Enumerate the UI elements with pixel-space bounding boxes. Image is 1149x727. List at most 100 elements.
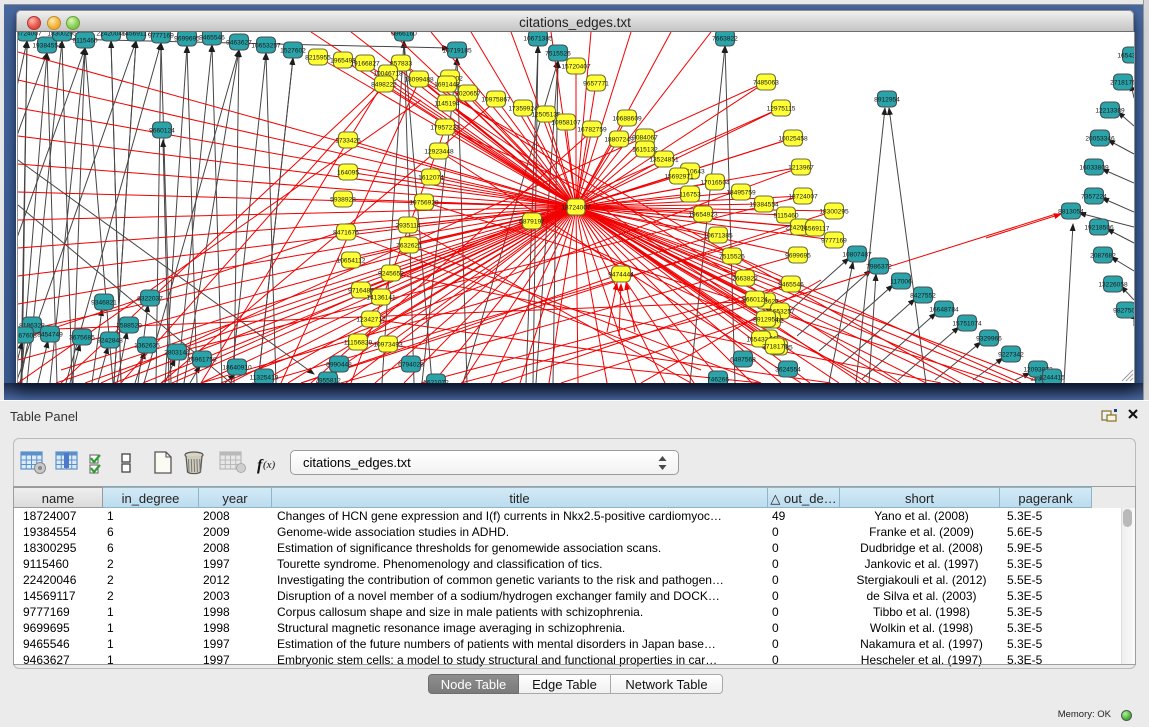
svg-text:11156829: 11156829 xyxy=(344,339,373,346)
svg-text:5938928: 5938928 xyxy=(330,196,356,203)
svg-text:12342717: 12342717 xyxy=(356,316,386,323)
svg-text:19654923: 19654923 xyxy=(688,211,718,218)
svg-text:9245652: 9245652 xyxy=(378,270,404,277)
svg-text:10688609: 10688609 xyxy=(612,115,642,122)
svg-text:1691448: 1691448 xyxy=(434,81,460,88)
svg-text:6794028: 6794028 xyxy=(398,361,424,368)
svg-text:19218506: 19218506 xyxy=(1084,224,1114,231)
svg-text:13226058: 13226058 xyxy=(1098,281,1128,288)
svg-text:1145194: 1145194 xyxy=(434,100,460,107)
svg-text:2935114: 2935114 xyxy=(395,222,421,229)
svg-text:8454749: 8454749 xyxy=(37,331,63,338)
svg-text:18300295: 18300295 xyxy=(819,208,849,215)
svg-text:746266: 746266 xyxy=(707,376,729,383)
svg-text:7515526: 7515526 xyxy=(545,50,571,57)
svg-text:8912954: 8912954 xyxy=(753,316,779,323)
svg-text:7357224: 7357224 xyxy=(1081,193,1107,200)
svg-text:2020657: 2020657 xyxy=(455,90,481,97)
svg-text:18724007: 18724007 xyxy=(788,193,818,200)
svg-text:1213967: 1213967 xyxy=(788,164,814,171)
svg-text:9777169: 9777169 xyxy=(821,237,847,244)
svg-text:116753: 116753 xyxy=(679,191,701,198)
svg-text:10719185: 10719185 xyxy=(442,47,472,54)
svg-text:10654112: 10654112 xyxy=(337,257,366,264)
svg-text:2718176: 2718176 xyxy=(1110,79,1134,86)
svg-text:17957223: 17957223 xyxy=(430,124,460,131)
svg-text:2803144: 2803144 xyxy=(164,349,190,356)
svg-text:7986372: 7986372 xyxy=(866,263,892,270)
svg-text:18640910: 18640910 xyxy=(222,364,252,371)
svg-text:9716485: 9716485 xyxy=(348,287,374,294)
svg-text:16543362: 16543362 xyxy=(1117,52,1134,59)
svg-text:10975867: 10975867 xyxy=(481,96,511,103)
svg-text:9699695: 9699695 xyxy=(785,252,811,259)
svg-text:9084067: 9084067 xyxy=(632,134,658,141)
svg-text:14136141: 14136141 xyxy=(366,294,396,301)
svg-text:8471676: 8471676 xyxy=(333,229,359,236)
svg-text:15692971: 15692971 xyxy=(664,173,694,180)
svg-text:3624554: 3624554 xyxy=(775,366,801,373)
svg-text:(x): (x) xyxy=(263,459,276,471)
svg-text:9465546: 9465546 xyxy=(778,281,804,288)
svg-text:10671385: 10671385 xyxy=(523,35,553,42)
svg-text:19384554: 19384554 xyxy=(749,201,779,208)
svg-text:7485063: 7485063 xyxy=(753,79,779,86)
svg-text:7515526: 7515526 xyxy=(719,253,745,260)
svg-text:11325419: 11325419 xyxy=(250,374,279,381)
svg-text:8912954: 8912954 xyxy=(874,96,900,103)
svg-text:10973493: 10973493 xyxy=(373,341,403,348)
svg-text:9115460: 9115460 xyxy=(773,212,799,219)
svg-text:9474444: 9474444 xyxy=(608,271,634,278)
svg-text:18495759: 18495759 xyxy=(726,189,756,196)
svg-text:18724007: 18724007 xyxy=(561,204,591,211)
svg-text:12923448: 12923448 xyxy=(424,148,454,155)
svg-text:1588520: 1588520 xyxy=(116,322,142,329)
svg-text:1527602: 1527602 xyxy=(280,47,306,54)
svg-text:9329966: 9329966 xyxy=(976,335,1002,342)
svg-text:18099488: 18099488 xyxy=(404,76,434,83)
svg-text:117006: 117006 xyxy=(890,278,912,285)
svg-text:8990448: 8990448 xyxy=(326,361,352,368)
svg-text:7632621: 7632621 xyxy=(396,242,422,249)
svg-text:16782759: 16782759 xyxy=(577,126,607,133)
svg-text:7955812: 7955812 xyxy=(315,377,341,383)
svg-text:16961758: 16961758 xyxy=(187,356,217,363)
svg-text:17016504: 17016504 xyxy=(700,179,730,186)
svg-text:9827505: 9827505 xyxy=(1113,307,1134,314)
svg-text:8427552: 8427552 xyxy=(910,292,936,299)
svg-text:6966160: 6966160 xyxy=(391,32,417,37)
svg-text:15720407: 15720407 xyxy=(561,63,591,70)
svg-text:20053346: 20053346 xyxy=(1085,135,1115,142)
svg-text:9660124: 9660124 xyxy=(742,296,768,303)
svg-text:1615132: 1615132 xyxy=(632,146,658,153)
svg-text:6879197: 6879197 xyxy=(519,218,545,225)
svg-text:15751074: 15751074 xyxy=(952,320,982,327)
svg-text:3675685: 3675685 xyxy=(69,334,95,341)
svg-text:2087682: 2087682 xyxy=(1090,252,1116,259)
svg-text:6497568: 6497568 xyxy=(730,356,756,363)
svg-text:16033809: 16033809 xyxy=(1079,164,1109,171)
svg-text:12213389: 12213389 xyxy=(1095,107,1125,114)
svg-text:10653257: 10653257 xyxy=(251,42,281,49)
svg-text:18724007: 18724007 xyxy=(18,32,42,37)
svg-text:9463627: 9463627 xyxy=(226,39,252,46)
svg-text:1244415: 1244415 xyxy=(1039,374,1065,381)
svg-text:9699695: 9699695 xyxy=(174,35,200,42)
svg-text:19384554: 19384554 xyxy=(32,42,62,49)
svg-text:9465546: 9465546 xyxy=(199,34,225,41)
svg-text:9227342: 9227342 xyxy=(998,351,1024,358)
svg-text:10025458: 10025458 xyxy=(778,135,808,142)
svg-text:1362635: 1362635 xyxy=(134,342,160,349)
svg-text:9115460: 9115460 xyxy=(72,37,98,44)
svg-text:1612074: 1612074 xyxy=(418,174,444,181)
svg-text:9657771: 9657771 xyxy=(583,80,609,87)
svg-text:9660124: 9660124 xyxy=(149,127,175,134)
svg-text:10807487: 10807487 xyxy=(842,251,872,258)
svg-text:9346821: 9346821 xyxy=(91,299,117,306)
svg-text:1733426: 1733426 xyxy=(335,137,361,144)
svg-text:8215955: 8215955 xyxy=(305,54,331,61)
svg-text:2718176: 2718176 xyxy=(762,343,788,350)
svg-text:164095: 164095 xyxy=(337,169,359,176)
svg-text:19166827: 19166827 xyxy=(350,60,380,67)
svg-text:2867608: 2867608 xyxy=(18,332,37,339)
